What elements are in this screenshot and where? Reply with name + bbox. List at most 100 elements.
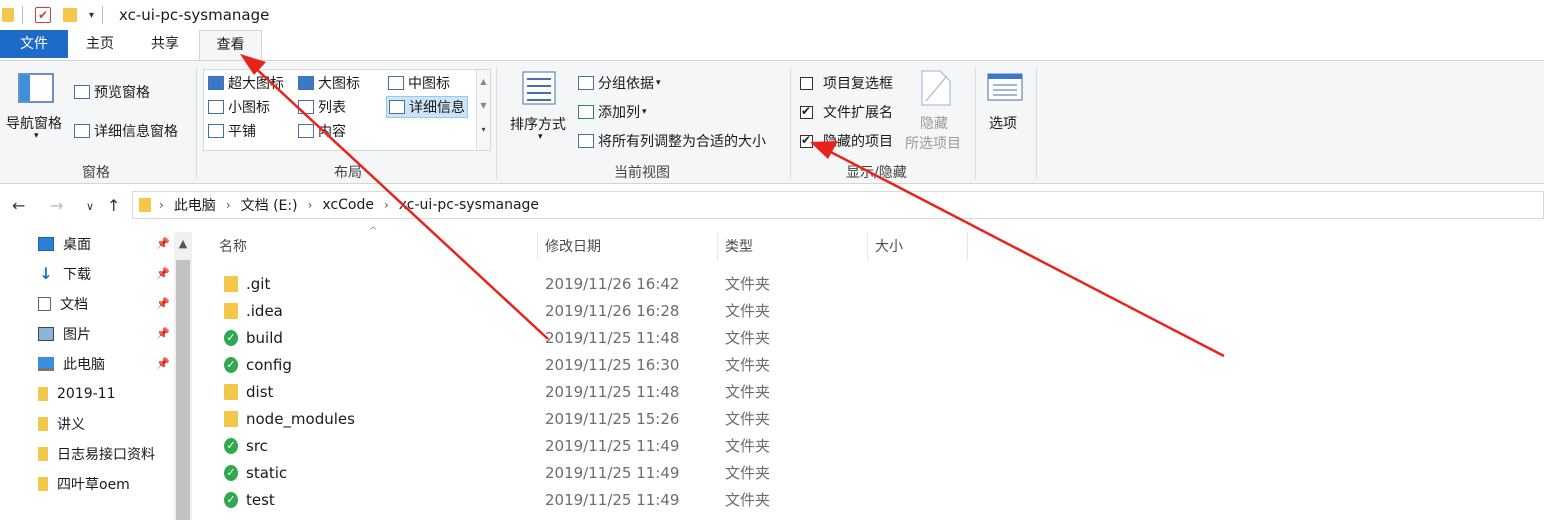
pin-icon[interactable]: 📌 xyxy=(156,327,170,340)
hidden-items-checkbox[interactable] xyxy=(800,133,813,148)
table-row[interactable]: ✓ static 2019/11/25 11:49 文件夹 xyxy=(216,459,816,486)
chevron-right-icon[interactable]: › xyxy=(226,198,231,212)
customize-quick-access-icon[interactable]: ▾ xyxy=(89,10,94,21)
group-by-button[interactable]: 分组依据 ▾ xyxy=(578,73,661,93)
sidebar-item-this-pc[interactable]: 此电脑 xyxy=(38,351,105,377)
sidebar-item-rizhiyi-api[interactable]: 日志易接口资料 xyxy=(38,441,155,467)
chevron-down-icon: ▾ xyxy=(656,78,661,88)
group-label-layout: 布局 xyxy=(334,165,362,181)
chevron-up-icon[interactable]: ▲ xyxy=(477,70,490,94)
column-header-size[interactable]: 大小 xyxy=(875,232,903,260)
pin-icon[interactable]: 📌 xyxy=(156,267,170,280)
sidebar-item-clover-oem[interactable]: 四叶草oem xyxy=(38,471,130,497)
details-icon xyxy=(389,100,405,114)
file-extensions-toggle[interactable]: 文件扩展名 xyxy=(800,102,893,122)
table-row[interactable]: ✓ config 2019/11/25 16:30 文件夹 xyxy=(216,351,816,378)
chevron-up-icon[interactable]: ▲ xyxy=(174,232,192,256)
divider xyxy=(22,6,23,24)
column-header-type[interactable]: 类型 xyxy=(725,232,753,260)
pin-icon[interactable]: 📌 xyxy=(156,297,170,310)
size-all-columns-button[interactable]: 将所有列调整为合适的大小 xyxy=(578,131,766,151)
options-button[interactable]: 选项 xyxy=(984,71,1028,141)
tab-file[interactable]: 文件 xyxy=(0,30,68,58)
sort-by-label: 排序方式 xyxy=(510,117,566,133)
extra-large-icons-label: 超大图标 xyxy=(228,76,284,92)
breadcrumb-xccode[interactable]: xcCode xyxy=(322,197,374,213)
sidebar-item-pictures[interactable]: 图片 xyxy=(38,321,91,347)
column-header-modified[interactable]: 修改日期 xyxy=(545,232,601,260)
layout-extra-large-icons[interactable]: 超大图标 xyxy=(208,73,284,93)
pin-icon[interactable]: 📌 xyxy=(156,237,170,250)
table-row[interactable]: .git 2019/11/26 16:42 文件夹 xyxy=(216,270,816,297)
forward-arrow-icon[interactable]: → xyxy=(50,196,63,215)
layout-small-icons[interactable]: 小图标 xyxy=(208,97,270,117)
layout-large-icons[interactable]: 大图标 xyxy=(298,73,360,93)
table-row[interactable]: node_modules 2019/11/25 15:26 文件夹 xyxy=(216,405,816,432)
sidebar-item-2019-11[interactable]: 2019-11 xyxy=(38,381,116,407)
add-columns-icon xyxy=(578,105,594,119)
layout-list[interactable]: 列表 xyxy=(298,97,346,117)
expand-gallery-icon[interactable]: ▾ xyxy=(477,118,490,142)
layout-medium-icons[interactable]: 中图标 xyxy=(388,73,450,93)
preview-pane-button[interactable]: 预览窗格 xyxy=(74,82,150,102)
sidebar-item-label: 桌面 xyxy=(63,237,91,253)
tab-share[interactable]: 共享 xyxy=(134,30,196,58)
add-columns-button[interactable]: 添加列 ▾ xyxy=(578,102,647,122)
chevron-down-icon[interactable]: ▼ xyxy=(477,94,490,118)
tiles-label: 平铺 xyxy=(228,124,256,140)
divider[interactable] xyxy=(717,232,718,260)
sidebar-scrollbar[interactable]: ▲ xyxy=(174,232,192,520)
breadcrumb-this-pc[interactable]: 此电脑 xyxy=(174,195,216,215)
tab-home[interactable]: 主页 xyxy=(70,30,130,58)
divider[interactable] xyxy=(537,232,538,260)
window-title: xc-ui-pc-sysmanage xyxy=(119,6,270,24)
table-row[interactable]: ✓ src 2019/11/25 11:49 文件夹 xyxy=(216,432,816,459)
nav-pane-button[interactable]: 导航窗格 ▾ xyxy=(6,71,70,157)
scrollbar-thumb[interactable] xyxy=(176,260,190,520)
table-row[interactable]: .idea 2019/11/26 16:28 文件夹 xyxy=(216,297,816,324)
chevron-down-icon: ▾ xyxy=(34,131,39,141)
layout-details[interactable]: 详细信息 xyxy=(386,96,468,118)
layout-content[interactable]: 内容 xyxy=(298,121,346,141)
column-header-name[interactable]: 名称 xyxy=(219,232,247,260)
table-row[interactable]: ✓ test 2019/11/25 11:49 文件夹 xyxy=(216,486,816,513)
item-checkboxes-checkbox[interactable] xyxy=(800,76,813,90)
chevron-right-icon[interactable]: › xyxy=(308,198,313,212)
file-name: dist xyxy=(246,382,274,401)
details-pane-button[interactable]: 详细信息窗格 xyxy=(74,121,178,141)
sidebar-item-lecture-notes[interactable]: 讲义 xyxy=(38,411,85,437)
file-type: 文件夹 xyxy=(725,464,771,482)
file-type: 文件夹 xyxy=(725,491,771,509)
divider[interactable] xyxy=(867,232,868,260)
recent-locations-icon[interactable]: ∨ xyxy=(86,200,94,213)
sidebar-item-documents[interactable]: 文档 xyxy=(38,291,88,317)
hide-selected-button[interactable]: 隐藏 所选项目 xyxy=(902,69,970,155)
sort-by-button[interactable]: 排序方式 ▾ xyxy=(508,69,574,155)
new-folder-icon[interactable] xyxy=(63,8,77,22)
layout-tiles[interactable]: 平铺 xyxy=(208,121,256,141)
sidebar-item-desktop[interactable]: 桌面 xyxy=(38,231,91,257)
address-bar[interactable]: › 此电脑 › 文档 (E:) › xcCode › xc-ui-pc-sysm… xyxy=(132,191,1544,219)
divider[interactable] xyxy=(967,232,968,260)
chevron-right-icon[interactable]: › xyxy=(384,198,389,212)
layout-gallery-scroll[interactable]: ▲ ▼ ▾ xyxy=(476,70,490,150)
sidebar-item-downloads[interactable]: ↓ 下载 xyxy=(38,261,91,287)
file-name: .git xyxy=(246,274,271,293)
properties-icon[interactable]: ✔ xyxy=(35,7,51,23)
file-type: 文件夹 xyxy=(725,275,771,293)
table-row[interactable]: dist 2019/11/25 11:48 文件夹 xyxy=(216,378,816,405)
breadcrumb-drive-e[interactable]: 文档 (E:) xyxy=(241,195,298,215)
desktop-icon xyxy=(38,237,54,251)
table-row[interactable]: ✓ build 2019/11/25 11:48 文件夹 xyxy=(216,324,816,351)
pin-icon[interactable]: 📌 xyxy=(156,357,170,370)
file-name: test xyxy=(246,490,275,509)
up-arrow-icon[interactable]: ↑ xyxy=(107,196,120,215)
tab-view[interactable]: 查看 xyxy=(199,30,262,61)
item-checkboxes-toggle[interactable]: 项目复选框 xyxy=(800,73,893,93)
breadcrumb-current-folder[interactable]: xc-ui-pc-sysmanage xyxy=(399,197,539,213)
back-arrow-icon[interactable]: ← xyxy=(12,196,25,215)
hidden-items-toggle[interactable]: 隐藏的项目 xyxy=(800,131,893,151)
chevron-right-icon[interactable]: › xyxy=(159,198,164,212)
file-extensions-checkbox[interactable] xyxy=(800,104,813,119)
group-by-icon xyxy=(578,76,594,90)
